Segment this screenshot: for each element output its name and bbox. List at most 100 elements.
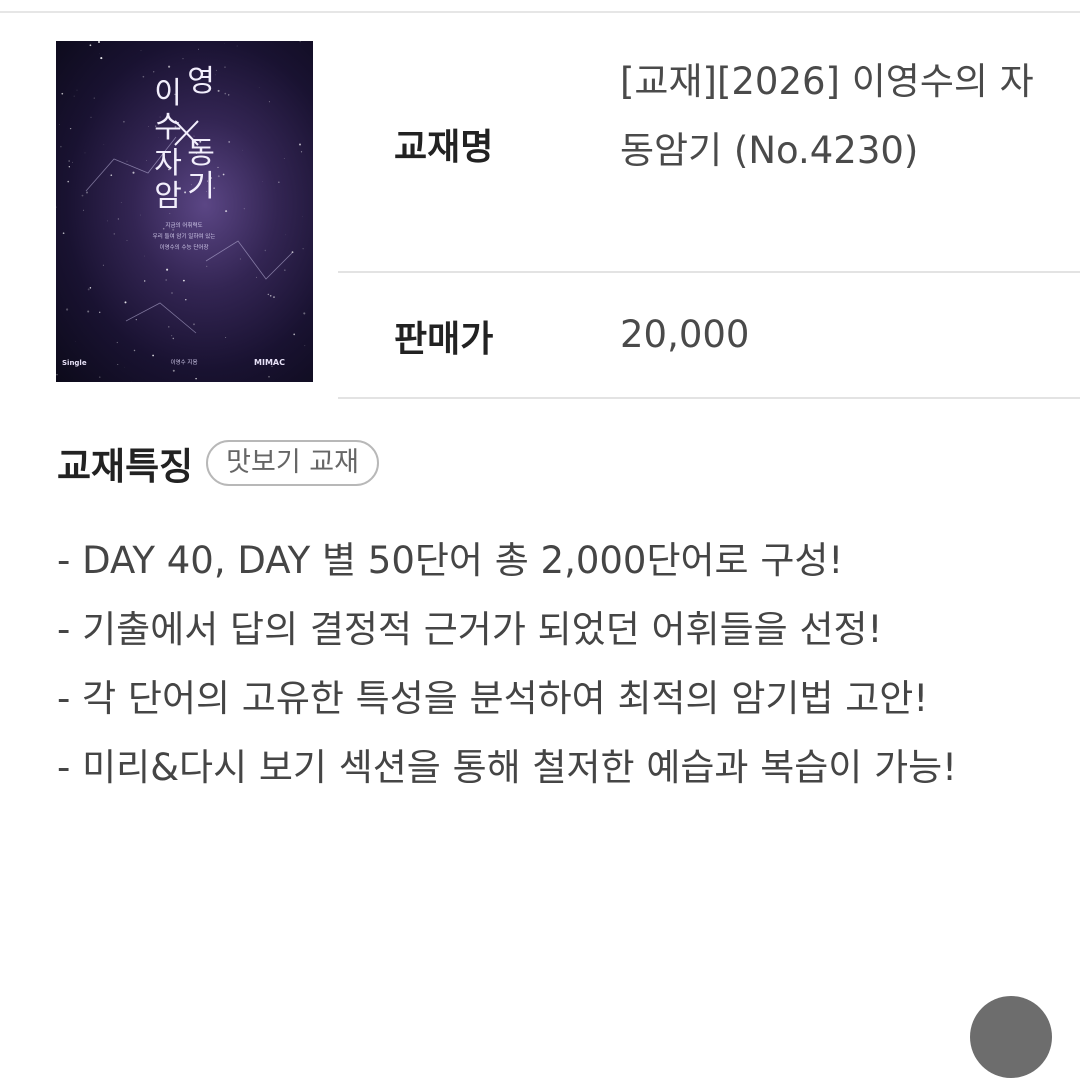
cover-tagline: 우리 들여 암기 일하여 있는: [153, 232, 216, 240]
sample-book-badge[interactable]: 맛보기 교재: [206, 440, 379, 486]
star-dot: [165, 279, 167, 281]
star-dot: [216, 70, 217, 71]
star-dot: [87, 310, 89, 312]
star-dot: [206, 266, 207, 267]
star-dot: [228, 94, 229, 95]
features-list: - DAY 40, DAY 별 50단어 총 2,000단어로 구성! - 기출…: [57, 526, 1042, 802]
star-dot: [59, 124, 60, 125]
star-dot: [183, 280, 185, 282]
cover-title-char: 동: [187, 136, 215, 171]
title-value: [교재][2026] 이영수의 자동암기 (No.4230): [620, 47, 1040, 185]
star-dot: [172, 293, 173, 294]
star-dot: [237, 46, 238, 47]
star-dot: [140, 215, 141, 216]
star-dot: [70, 128, 71, 129]
star-dot: [114, 233, 116, 235]
star-dot: [83, 210, 84, 211]
star-dot: [69, 166, 70, 167]
star-dot: [144, 280, 145, 281]
cover-art: 이 영 수 자 동 암 기 지금의 어휘력도 우리 들여 암기 일하여 있는 이…: [56, 41, 313, 382]
star-dot: [136, 319, 137, 320]
top-divider: [0, 11, 1080, 13]
star-dot: [171, 335, 172, 336]
star-dot: [60, 146, 62, 148]
cover-title-char: 영: [187, 64, 215, 99]
star-dot: [94, 98, 95, 99]
star-dot: [118, 218, 119, 219]
features-header: 교재특징 맛보기 교재: [57, 436, 379, 490]
star-dot: [67, 181, 69, 183]
star-dot: [163, 228, 165, 230]
star-dot: [144, 256, 145, 257]
cover-title-char: 기: [187, 169, 215, 204]
star-dot: [195, 378, 197, 380]
star-dot: [103, 265, 104, 266]
cover-publisher-logo: MIMAC: [254, 358, 285, 367]
star-dot: [107, 220, 108, 221]
price-value: 20,000: [620, 300, 749, 369]
scroll-top-button[interactable]: [970, 996, 1052, 1078]
book-cover-image[interactable]: 이 영 수 자 동 암 기 지금의 어휘력도 우리 들여 암기 일하여 있는 이…: [56, 41, 313, 382]
star-dot: [148, 126, 149, 127]
star-dot: [98, 41, 100, 43]
star-dot: [218, 175, 220, 177]
star-dot: [278, 182, 279, 183]
star-dot: [86, 191, 88, 193]
star-dot: [293, 334, 295, 336]
cover-title-char: 암: [154, 179, 182, 214]
star-dot: [110, 174, 112, 176]
star-dot: [240, 259, 241, 260]
star-dot: [152, 355, 154, 357]
star-dot: [223, 174, 225, 176]
star-dot: [88, 288, 90, 290]
star-dot: [121, 202, 122, 203]
star-dot: [134, 350, 135, 351]
star-dot: [300, 41, 301, 42]
star-dot: [117, 364, 118, 365]
star-dot: [56, 374, 58, 376]
star-dot: [141, 50, 142, 51]
star-dot: [127, 240, 128, 241]
star-dot: [270, 295, 272, 297]
cover-tagline: 이영수의 수능 단어장: [159, 243, 208, 251]
star-dot: [218, 167, 219, 168]
feature-item: - 각 단어의 고유한 특성을 분석하여 최적의 암기법 고안!: [57, 664, 1042, 733]
star-dot: [284, 270, 285, 271]
star-dot: [72, 162, 73, 163]
star-dot: [198, 49, 199, 50]
star-dot: [132, 172, 134, 174]
star-dot: [284, 158, 285, 159]
star-dot: [299, 144, 301, 146]
star-dot: [269, 101, 270, 102]
star-dot: [304, 345, 305, 346]
star-dot: [76, 341, 77, 342]
features-heading: 교재특징: [57, 436, 193, 490]
star-dot: [224, 66, 225, 67]
star-dot: [82, 195, 84, 197]
cover-title-char: 이: [154, 76, 182, 111]
star-dot: [123, 121, 125, 123]
star-dot: [218, 90, 220, 92]
star-dot: [143, 76, 145, 78]
star-dot: [77, 90, 78, 91]
star-dot: [268, 294, 269, 295]
title-label: 교재명: [394, 118, 493, 170]
star-dot: [125, 301, 127, 303]
star-dot: [168, 66, 170, 68]
star-dot: [303, 312, 305, 314]
star-dot: [99, 54, 100, 55]
star-dot: [185, 299, 186, 300]
star-dot: [90, 117, 91, 118]
star-dot: [286, 235, 287, 236]
star-dot: [166, 269, 168, 271]
star-dot: [90, 287, 91, 288]
star-dot: [69, 160, 70, 161]
cover-title-char: 수: [154, 110, 182, 145]
price-label: 판매가: [394, 310, 493, 362]
star-dot: [224, 93, 226, 95]
feature-item: - DAY 40, DAY 별 50단어 총 2,000단어로 구성!: [57, 526, 1042, 595]
star-dot: [74, 96, 75, 97]
cover-author: 이영수 지음: [170, 358, 197, 366]
star-dot: [168, 326, 169, 327]
price-row: 판매가 20,000: [338, 273, 1080, 399]
